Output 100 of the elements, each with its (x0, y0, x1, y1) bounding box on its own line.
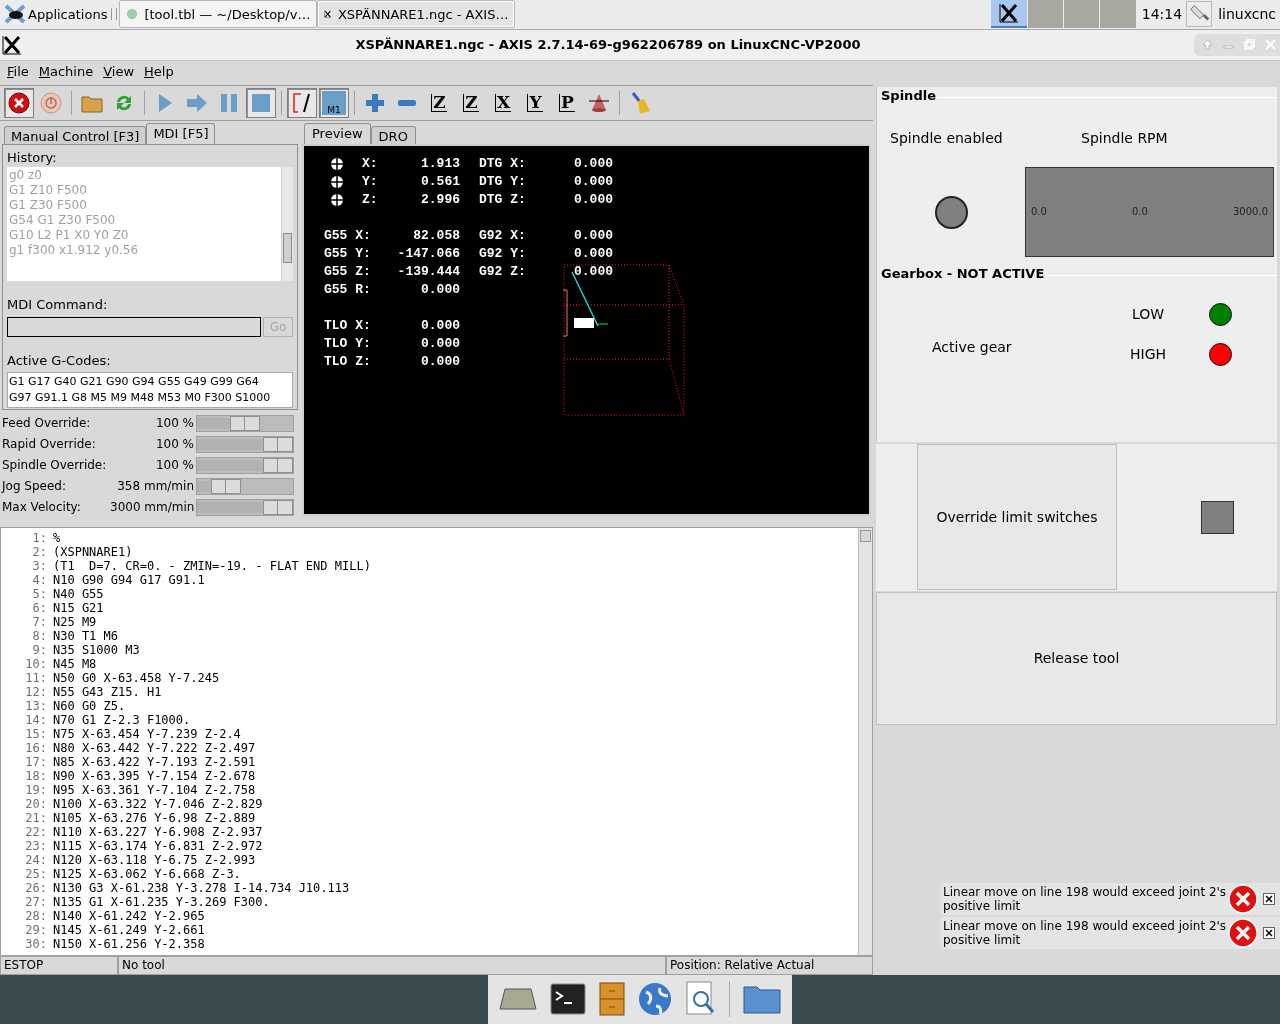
slider-track[interactable] (196, 414, 294, 432)
line-number: 13: (24, 698, 48, 713)
menu-item[interactable]: View (103, 62, 135, 82)
filing-cabinet-icon[interactable] (599, 982, 626, 1017)
code-line: N55 G43 Z15. H1 (53, 684, 162, 699)
window-thumbnail-icon (998, 3, 1019, 24)
menu-item[interactable]: File (7, 62, 29, 82)
dro-label: Z: (362, 191, 378, 209)
view-button[interactable]: X (488, 87, 518, 118)
dro-label: G55 R: (324, 281, 371, 299)
block-delete-button[interactable] (287, 87, 317, 118)
status-field: No tool (118, 955, 666, 975)
slider-thumb[interactable] (230, 415, 260, 431)
globe-icon[interactable] (638, 982, 673, 1017)
line-number: 1: (31, 530, 48, 545)
terminal-icon[interactable] (549, 983, 586, 1016)
line-number: 5: (31, 586, 48, 601)
slider-value: 100 % (154, 415, 195, 433)
line-number: 3: (31, 558, 48, 573)
close-button[interactable] (1263, 892, 1275, 905)
close-icon (1265, 928, 1273, 937)
line-number: 19: (24, 782, 48, 797)
code-line: N40 G55 (53, 586, 104, 601)
estop-button[interactable] (4, 87, 34, 118)
gear-label: HIGH (1128, 344, 1167, 364)
line-number: 25: (24, 866, 48, 881)
error-icon (1228, 883, 1258, 914)
dro-value: 1.913 (420, 155, 460, 173)
code-line: % (53, 530, 61, 545)
slider-label: Max Velocity: (1, 499, 82, 517)
taskbar-window-button[interactable]: XSPÄNNARE1.ngc - AXIS… (317, 0, 516, 29)
menu-item[interactable]: Help (144, 62, 174, 82)
code-line: N15 G21 (53, 600, 104, 615)
play-icon (157, 92, 173, 113)
line-number: 23: (24, 838, 48, 853)
mdi-command-field[interactable] (7, 316, 262, 337)
taskbar-window-button[interactable]: [tool.tbl — ~/Desktop/v… (119, 0, 318, 29)
drive-icon[interactable] (498, 987, 537, 1012)
status-field: Position: Relative Actual (666, 955, 873, 975)
override-limits-button[interactable]: Override limit switches (917, 444, 1117, 591)
line-number: 15: (24, 726, 48, 741)
close-button[interactable] (1263, 926, 1275, 939)
dro-value: 0.000 (420, 335, 460, 353)
code-line: N60 G0 Z5. (53, 698, 126, 713)
code-line: (T1 D=7. CR=0. - ZMIN=-19. - FLAT END MILL) (53, 558, 371, 573)
code-line: N95 X-63.361 Y-7.104 Z-2.758 (53, 782, 256, 797)
release-tool-button[interactable]: Release tool (876, 591, 1277, 725)
line-number: 11: (24, 670, 48, 685)
line-number: 16: (24, 740, 48, 755)
status-field: ESTOP (0, 955, 118, 975)
dro-label: Y: (362, 173, 378, 191)
slider-label: Feed Override: (1, 415, 92, 433)
line-number: 4: (31, 572, 48, 587)
arrow-up-icon[interactable] (1202, 39, 1213, 51)
code-line: N10 G90 G94 G17 G91.1 (53, 572, 205, 587)
slider-thumb[interactable] (263, 436, 293, 452)
dro-label: X: (362, 155, 378, 173)
override-checkbox[interactable] (1201, 500, 1234, 534)
slider-value: 3000 mm/min (110, 499, 196, 517)
tab[interactable]: Preview (304, 122, 371, 144)
window-title: XSPÄNNARE1.ngc - AXIS 2.7.14-69-g962206789 on LinuxCNC-VP2000 (354, 36, 862, 55)
code-line: N100 X-63.322 Y-7.046 Z-2.829 (53, 796, 263, 811)
code-line: N45 M8 (53, 656, 97, 671)
dro-label: G92 X: (479, 227, 527, 245)
tab[interactable]: MDI [F5] (146, 122, 216, 144)
slider-thumb[interactable] (263, 499, 293, 515)
view-button[interactable]: P (552, 87, 582, 118)
line-number: 8: (31, 628, 48, 643)
minus-icon (397, 98, 417, 107)
document-search-icon[interactable] (685, 981, 716, 1018)
code-line: N30 T1 M6 (53, 628, 119, 643)
plus-icon (365, 92, 385, 113)
dro-value: 0.000 (573, 191, 613, 209)
menu-item[interactable]: Machine (38, 62, 94, 82)
code-line: N90 X-63.395 Y-7.154 Z-2.678 (53, 768, 256, 783)
preview-canvas[interactable] (302, 143, 871, 516)
line-number: 27: (24, 894, 48, 909)
slider-value: 100 % (154, 457, 195, 475)
applications-menu[interactable]: Applications (0, 0, 110, 29)
workspace-switcher[interactable] (990, 0, 1136, 29)
dro-label: G92 Z: (479, 263, 527, 281)
line-number: 18: (24, 768, 48, 783)
code-line: N25 M9 (53, 614, 97, 629)
user-name: linuxcnc (1218, 4, 1276, 24)
view-button[interactable]: Y (520, 87, 550, 118)
view-button[interactable]: Z (424, 87, 454, 118)
tab[interactable]: Manual Control [F3] (4, 125, 147, 144)
line-number: 10: (24, 656, 48, 671)
stop-button[interactable] (246, 87, 276, 118)
code-line: N50 G0 X-63.458 Y-7.245 (53, 670, 220, 685)
slider-track[interactable] (196, 477, 294, 495)
line-number: 22: (24, 824, 48, 839)
tab[interactable]: DRO (370, 125, 416, 144)
folder-icon[interactable] (743, 984, 782, 1015)
slider-thumb[interactable] (210, 478, 241, 494)
group-title: Spindle (881, 87, 936, 105)
scrollbar[interactable] (281, 167, 293, 282)
view-button[interactable]: Z (456, 87, 486, 118)
slider-thumb[interactable] (263, 457, 293, 473)
scrollbar[interactable] (858, 527, 872, 955)
